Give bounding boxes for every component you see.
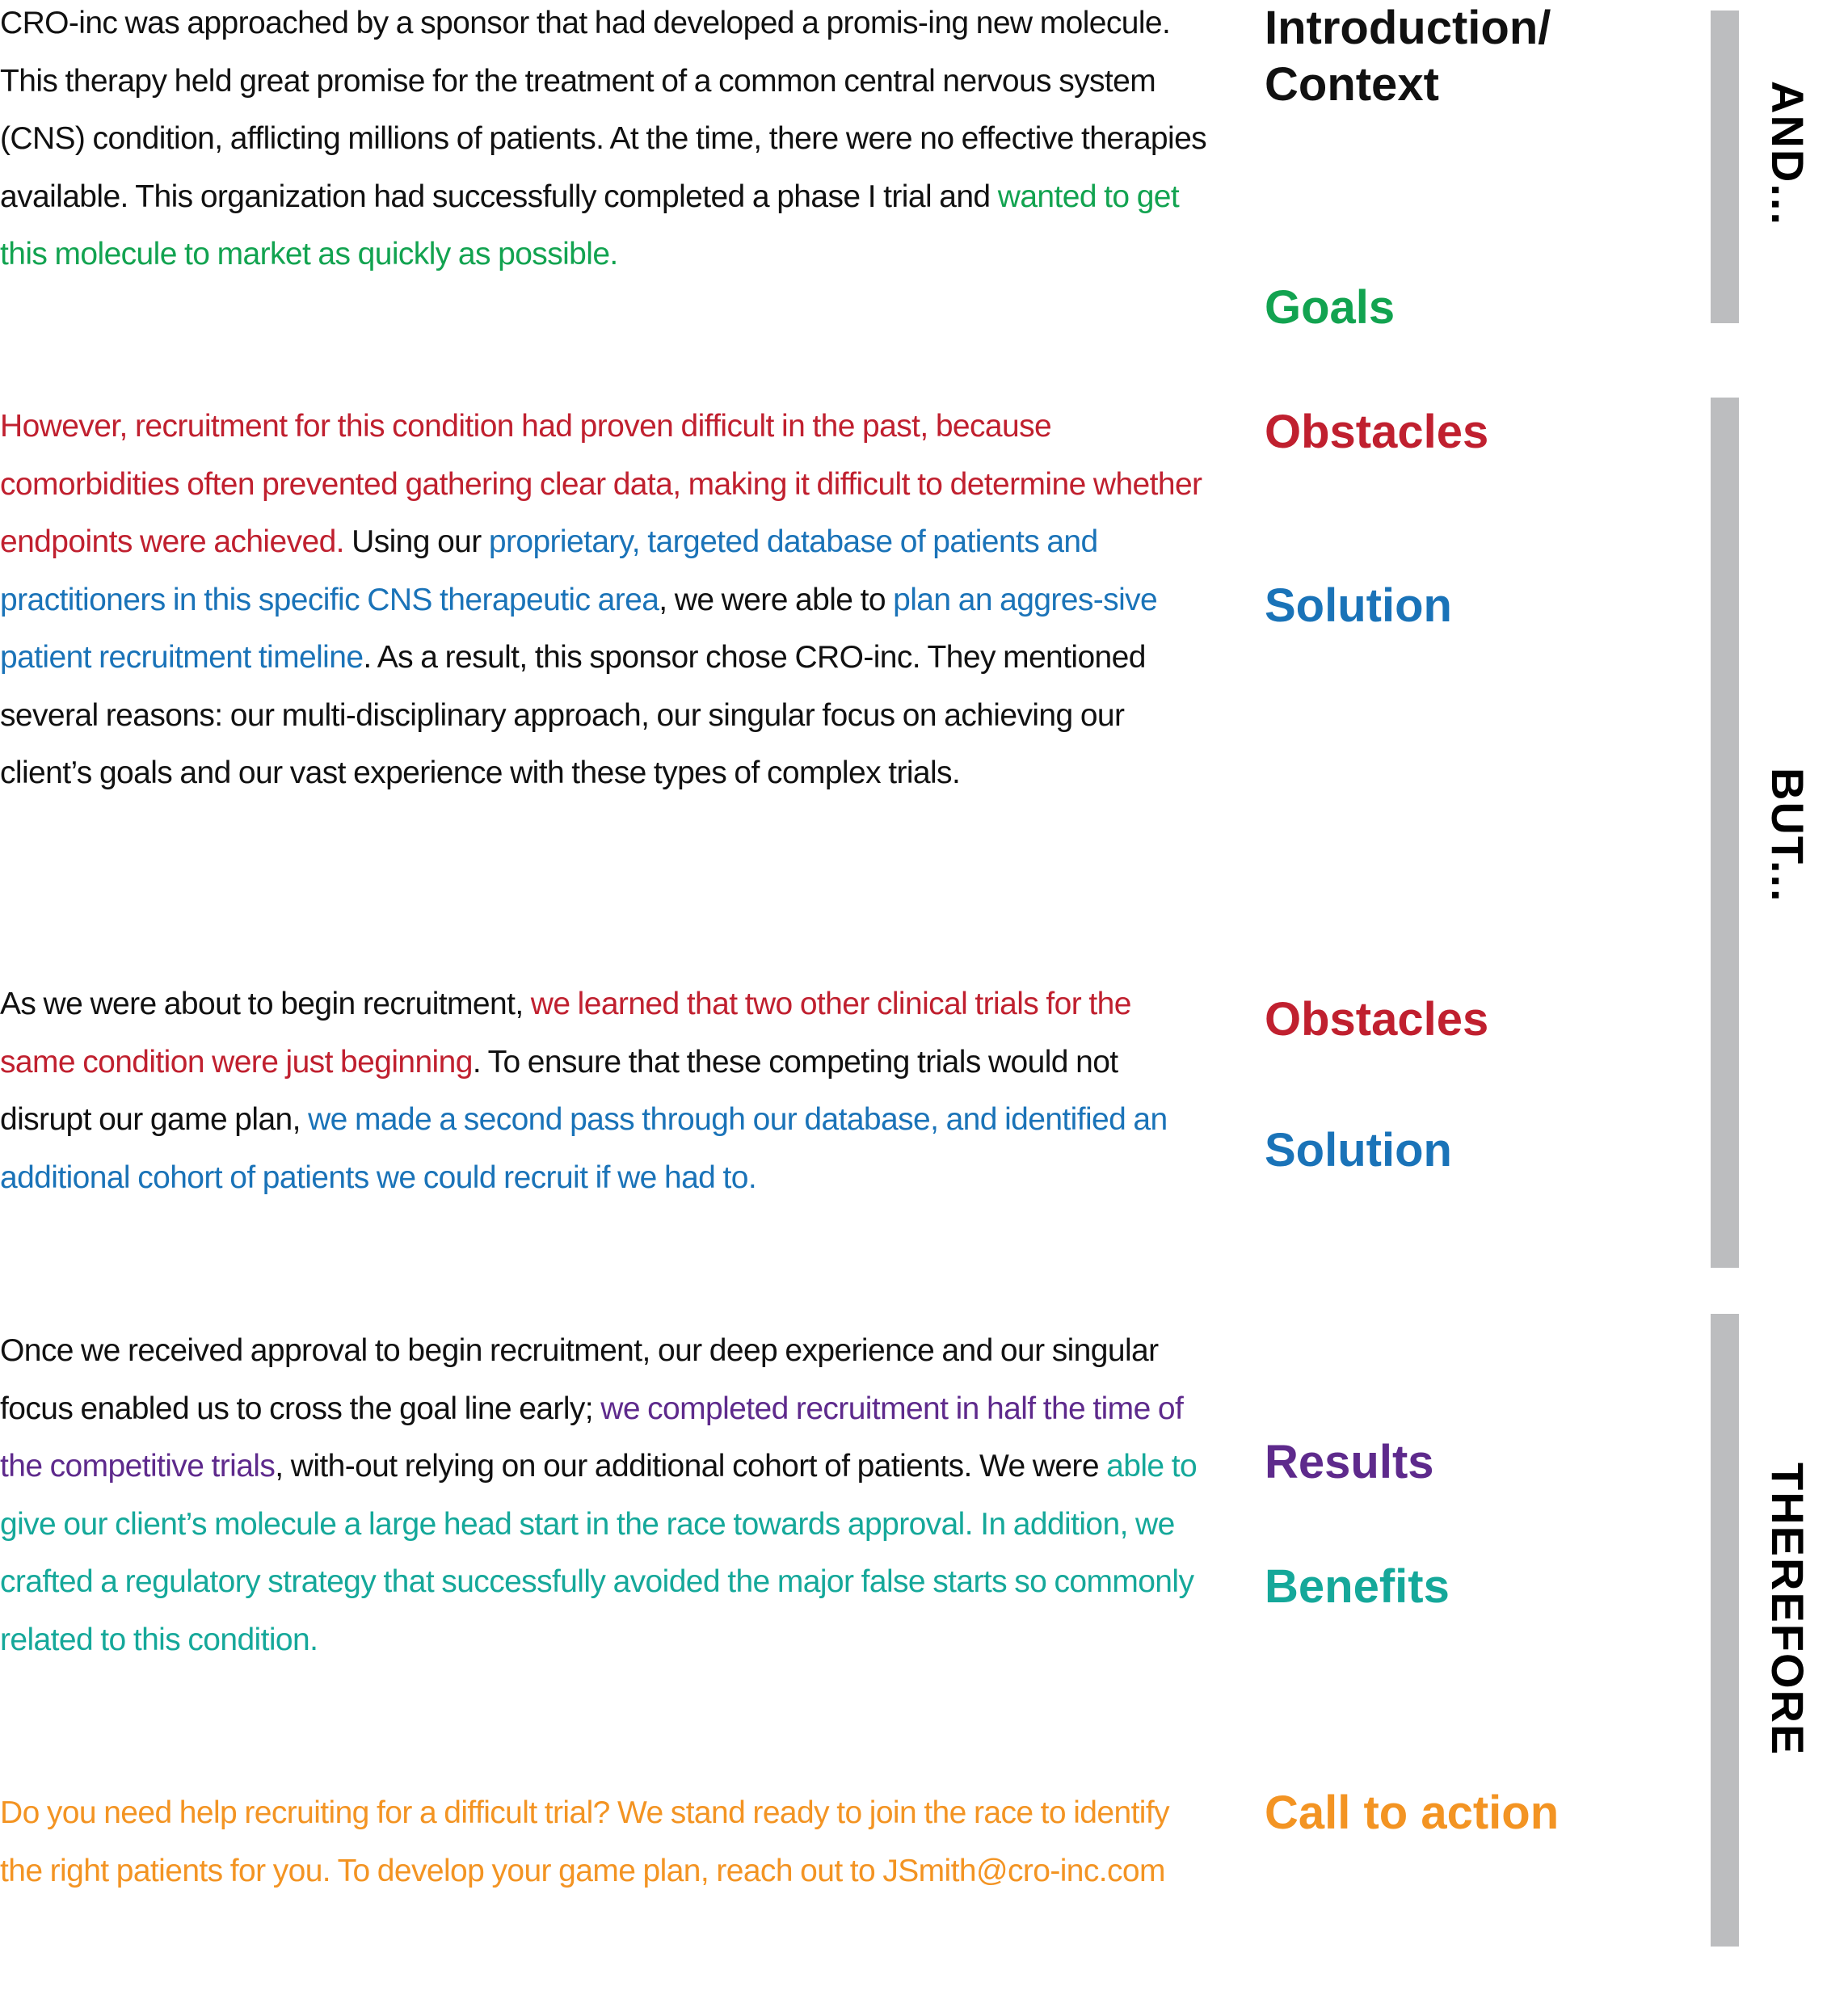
label-solution: Solution [1265,579,1452,632]
text-call-to-action: Do you need help recruiting for a diffic… [0,1795,1170,1888]
paragraph-call-to-action: Do you need help recruiting for a diffic… [0,1784,1212,1900]
paragraph-second-obstacle: As we were about to begin recruitment, w… [0,975,1212,1206]
text-context: , with-out relying on our additional coh… [275,1449,1107,1484]
paragraph-results-benefits: Once we received approval to begin recru… [0,1322,1212,1669]
label-results: Results [1265,1436,1434,1488]
label-introduction-context: Introduction/ Context [1265,2,1551,111]
label-call-to-action: Call to action [1265,1787,1560,1839]
label-goals: Goals [1265,281,1395,334]
paragraph-introduction: CRO-inc was approached by a sponsor that… [0,0,1212,284]
text-context: Using our [343,524,489,559]
section-bar-but [1711,398,1739,1268]
label-solution-2: Solution [1265,1124,1452,1176]
text-context: , we were able to [659,582,894,617]
paragraph-obstacles-solution: However, recruitment for this condition … [0,398,1212,802]
section-label-but: BUT... [1762,768,1813,903]
section-label-and: AND... [1762,81,1813,226]
section-label-therefore: THEREFORE [1762,1463,1813,1757]
label-benefits: Benefits [1265,1560,1450,1613]
text-context: As we were about to begin recruitment, [0,987,531,1021]
section-bar-and [1711,11,1739,323]
label-obstacles-2: Obstacles [1265,993,1489,1046]
label-obstacles: Obstacles [1265,406,1489,458]
section-bar-therefore [1711,1314,1739,1947]
